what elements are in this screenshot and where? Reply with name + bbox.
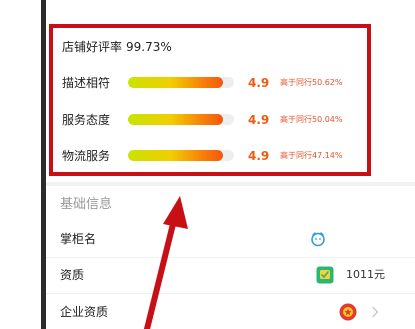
row-divider <box>46 257 415 258</box>
info-row-enterprise-qualification[interactable]: 企业资质 <box>60 302 390 322</box>
info-row-shopkeeper[interactable]: 掌柜名 <box>60 229 390 249</box>
annotation-highlight-box <box>49 24 371 176</box>
info-label: 资质 <box>60 268 85 282</box>
chevron-right-icon[interactable] <box>371 306 379 318</box>
qualification-badge-icon <box>316 266 334 284</box>
business-license-emblem-icon <box>339 303 357 321</box>
section-divider <box>46 182 415 186</box>
qualification-value: 1011元 <box>346 268 385 281</box>
info-label: 掌柜名 <box>60 232 97 246</box>
basic-info-section-title: 基础信息 <box>60 197 113 212</box>
row-divider <box>46 293 415 294</box>
info-row-qualification[interactable]: 资质 1011元 <box>60 265 390 285</box>
info-label: 企业资质 <box>60 305 109 319</box>
wangwang-chat-icon[interactable] <box>310 231 326 247</box>
left-background <box>0 0 46 329</box>
